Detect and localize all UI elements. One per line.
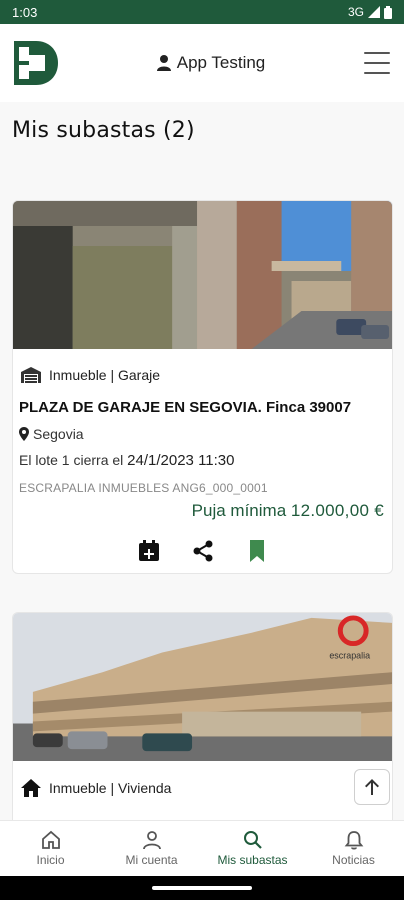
menu-line-icon (364, 62, 390, 64)
auction-card[interactable]: escrapalia Inmueble | Vivienda (12, 612, 393, 820)
arrow-up-icon (365, 779, 379, 795)
share-icon[interactable] (191, 539, 215, 563)
nav-item-mis-subastas[interactable]: Mis subastas (203, 830, 303, 867)
property-photo[interactable]: escrapalia (13, 613, 392, 761)
location-label: Segovia (33, 426, 84, 442)
person-icon (156, 55, 171, 71)
page-title: Mis subastas (2) (12, 118, 195, 143)
bottom-navigation: Inicio Mi cuenta Mis subastas Noticias (0, 820, 404, 876)
scroll-to-top-button[interactable] (354, 769, 390, 805)
search-icon (243, 831, 262, 849)
bookmark-icon[interactable] (245, 539, 269, 563)
closing-date: 24/1/2023 11:30 (127, 452, 235, 469)
app-header: App Testing (0, 24, 404, 102)
status-icons: 3G (348, 5, 392, 19)
menu-line-icon (364, 72, 390, 74)
lot-location: Segovia (19, 426, 386, 442)
card-category: Inmueble | Vivienda (19, 779, 386, 797)
nav-label: Noticias (332, 853, 375, 867)
add-to-calendar-icon[interactable] (137, 539, 161, 563)
property-photo[interactable] (13, 201, 392, 349)
minimum-bid: Puja mínima 12.000,00 € (19, 501, 386, 521)
person-icon (142, 831, 161, 850)
network-label: 3G (347, 5, 364, 19)
home-gesture-handle[interactable] (152, 886, 252, 890)
lot-title[interactable]: PLAZA DE GARAJE EN SEGOVIA. Finca 39007 (19, 399, 386, 416)
status-bar: 1:03 3G (0, 0, 404, 24)
location-pin-icon (19, 427, 29, 441)
nav-item-mi-cuenta[interactable]: Mi cuenta (102, 830, 202, 867)
card-actions (19, 539, 386, 573)
closing-prefix: El lote 1 cierra el (19, 452, 124, 468)
app-logo[interactable] (14, 41, 58, 85)
category-label: Inmueble | Vivienda (49, 780, 172, 796)
watermark-text: escrapalia (329, 650, 370, 660)
minimum-bid-label: Puja mínima (191, 501, 287, 520)
gesture-navigation-bar (0, 876, 404, 900)
menu-line-icon (364, 52, 390, 54)
minimum-bid-amount: 12.000,00 € (290, 501, 384, 520)
user-account-chip[interactable]: App Testing (156, 53, 266, 73)
nav-label: Inicio (36, 853, 65, 867)
nav-label: Mi cuenta (125, 853, 178, 867)
hamburger-menu-button[interactable] (364, 52, 390, 74)
home-icon (41, 830, 60, 849)
nav-item-inicio[interactable]: Inicio (1, 830, 101, 867)
battery-icon (384, 5, 392, 19)
main-content[interactable]: Mis subastas (2) Inmueble | Garaje PLAZA… (0, 102, 404, 820)
bell-icon (344, 831, 363, 850)
auction-card[interactable]: Inmueble | Garaje PLAZA DE GARAJE EN SEG… (12, 200, 393, 574)
nav-item-noticias[interactable]: Noticias (304, 830, 404, 867)
user-name: App Testing (176, 53, 266, 72)
garage-icon (21, 367, 41, 383)
signal-icon (368, 6, 380, 18)
nav-label: Mis subastas (217, 853, 288, 867)
home-icon (21, 779, 41, 797)
card-category: Inmueble | Garaje (19, 367, 386, 383)
status-time: 1:03 (12, 4, 38, 20)
lot-reference: ESCRAPALIA INMUEBLES ANG6_000_0001 (19, 481, 268, 495)
category-label: Inmueble | Garaje (49, 367, 161, 383)
closing-info: El lote 1 cierra el 24/1/2023 11:30 (19, 452, 386, 469)
